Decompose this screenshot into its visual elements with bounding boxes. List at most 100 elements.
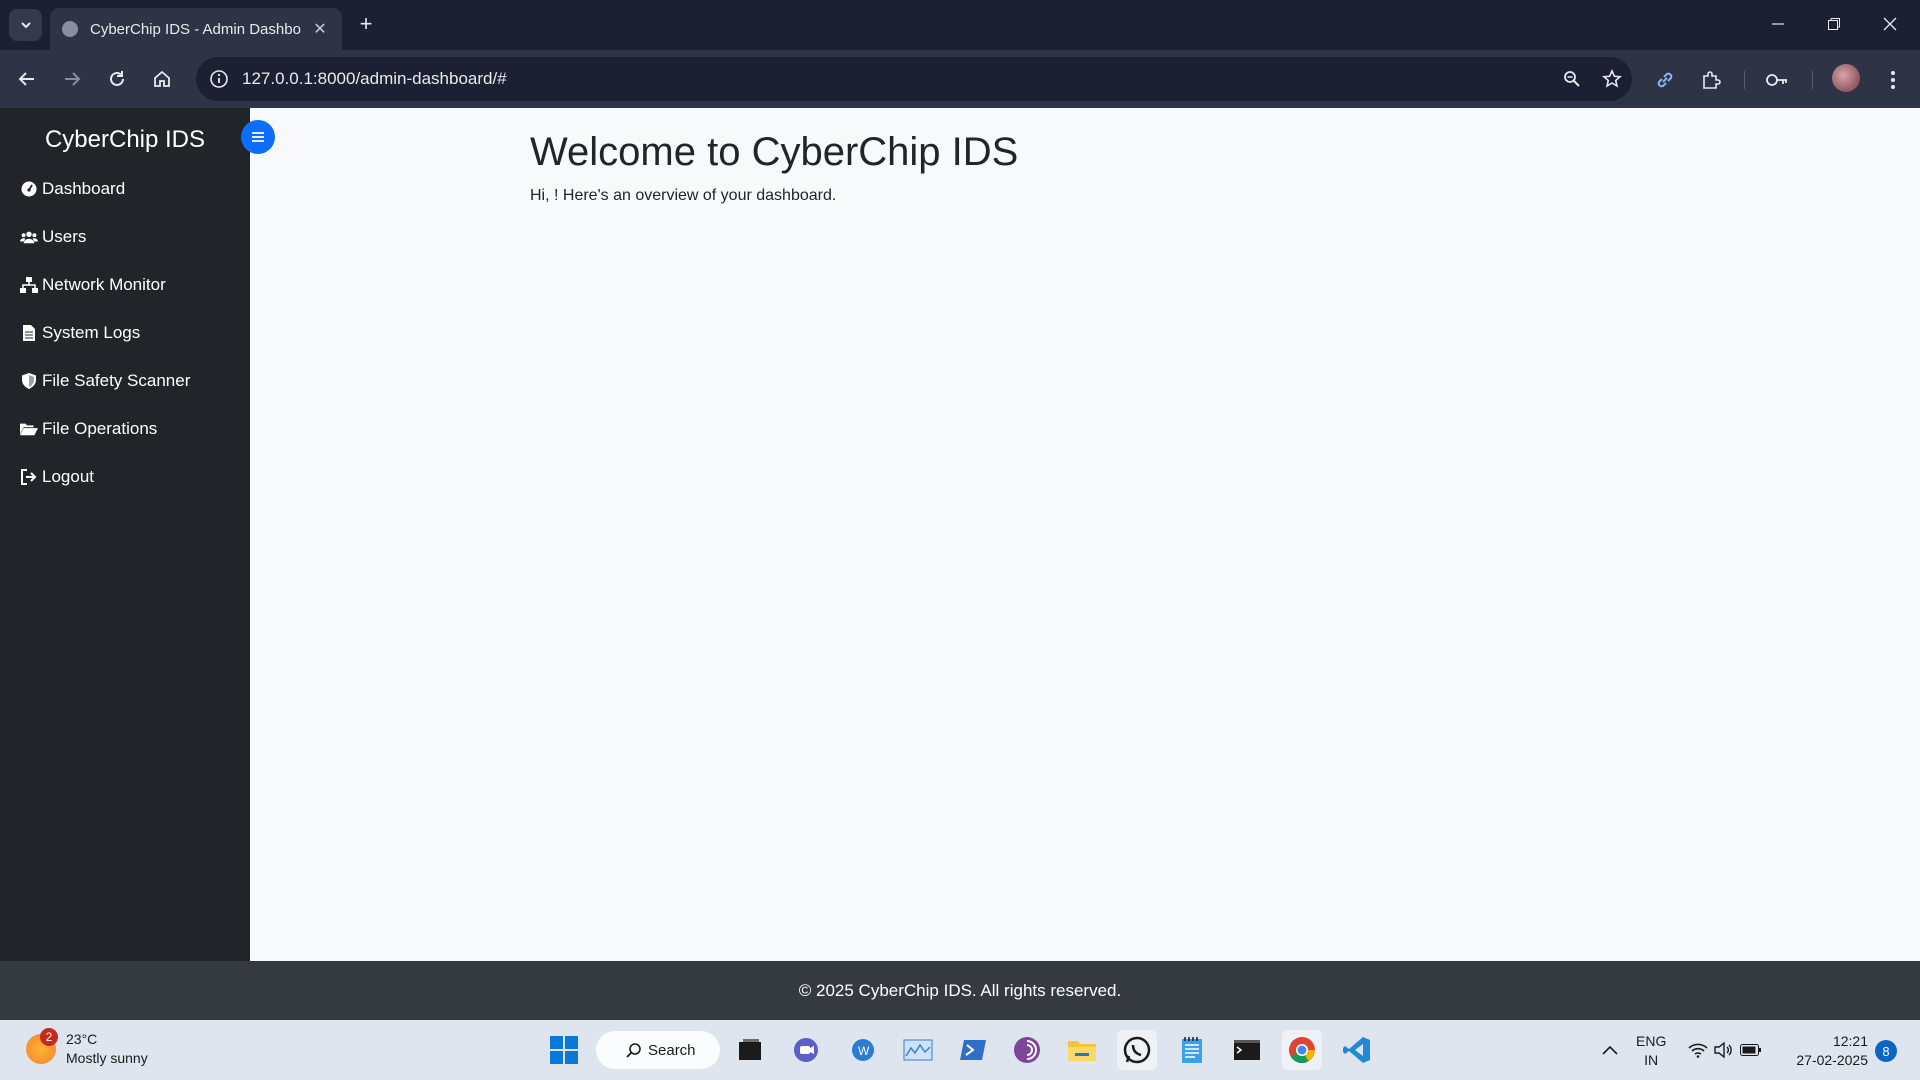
chrome-icon[interactable] [1282,1030,1322,1070]
battery-icon [1740,1044,1761,1056]
sign-out-icon [20,468,38,486]
notepad-icon[interactable] [1172,1030,1212,1070]
restore-button[interactable] [1806,8,1862,40]
footer-copyright: © 2025 CyberChip IDS. All rights reserve… [798,980,1122,1000]
svg-text:W: W [858,1044,870,1058]
users-icon [20,228,38,246]
sidebar-item-file-safety-scanner[interactable]: File Safety Scanner [20,366,190,396]
sidebar: CyberChip IDS Dashboard Users Network Mo… [0,108,250,961]
volume-icon [1714,1042,1732,1058]
language-region: IN [1644,1052,1659,1068]
search-label: Search [648,1041,696,1059]
taskbar-search[interactable]: Search [596,1031,720,1069]
notification-badge[interactable]: 8 [1875,1040,1897,1062]
clock[interactable]: 12:21 27-02-2025 [1786,1032,1868,1070]
address-bar[interactable]: 127.0.0.1:8000/admin-dashboard/# [196,57,1632,101]
system-tray-icons[interactable] [1680,1030,1770,1070]
clock-date: 27-02-2025 [1796,1052,1868,1068]
url-text[interactable]: 127.0.0.1:8000/admin-dashboard/# [242,69,1552,89]
sidebar-item-label: File Safety Scanner [42,371,191,390]
sidebar-item-label: File Operations [42,419,158,438]
bookmark-star-icon[interactable] [1592,59,1632,99]
clock-time: 12:21 [1832,1033,1868,1049]
extensions-icon[interactable] [1694,63,1728,97]
weather-sun-icon: 2 [26,1028,58,1064]
toolbar-divider [1812,71,1813,89]
page-footer: © 2025 CyberChip IDS. All rights reserve… [0,961,1920,1020]
sidebar-item-logout[interactable]: Logout [20,462,94,492]
tachometer-icon [20,180,38,198]
minimize-button[interactable] [1750,8,1806,40]
sidebar-item-network-monitor[interactable]: Network Monitor [20,270,166,300]
sidebar-brand: CyberChip IDS [44,126,206,153]
close-window-button[interactable] [1862,8,1918,40]
new-tab-button[interactable]: + [352,10,380,38]
sidebar-item-users[interactable]: Users [20,222,86,252]
language-code: ENG [1636,1033,1667,1049]
vscode-icon[interactable] [1337,1030,1377,1070]
home-button[interactable] [146,63,178,95]
browser-tab-strip: CyberChip IDS - Admin Dashbo ✕ + [0,0,1920,50]
network-icon [20,276,38,294]
welcome-subtext: Hi, ! Here's an overview of your dashboa… [530,187,837,204]
toolbar-divider [1744,71,1745,89]
page-viewport: CyberChip IDS Dashboard Users Network Mo… [0,108,1920,1020]
close-icon [1883,17,1897,31]
language-indicator[interactable]: ENG IN [1636,1032,1666,1070]
sidebar-item-label: System Logs [42,323,141,342]
close-tab-icon[interactable]: ✕ [310,19,330,39]
page-title: Welcome to CyberChip IDS [530,130,1019,174]
browser-toolbar: 127.0.0.1:8000/admin-dashboard/# [0,50,1920,108]
tor-browser-icon[interactable] [1007,1030,1047,1070]
powershell-icon[interactable] [953,1030,993,1070]
forward-button[interactable] [56,63,88,95]
start-button[interactable] [544,1030,584,1070]
globe-icon [62,21,78,37]
weather-badge: 2 [40,1028,58,1046]
word-app-icon[interactable]: W [843,1030,883,1070]
weather-condition: Mostly sunny [66,1050,148,1066]
sidebar-item-system-logs[interactable]: System Logs [20,318,140,348]
teams-meet-icon[interactable] [787,1030,827,1070]
back-button[interactable] [11,63,43,95]
browser-tab-active[interactable]: CyberChip IDS - Admin Dashbo ✕ [50,8,342,50]
search-icon [626,1043,641,1058]
zoom-icon[interactable] [1552,59,1592,99]
sidebar-item-label: Dashboard [42,179,126,198]
weather-widget[interactable]: 2 23°C Mostly sunny [26,1028,148,1068]
shield-icon [20,372,38,390]
profile-avatar[interactable] [1832,64,1860,92]
tab-title: CyberChip IDS - Admin Dashbo [90,20,301,38]
restore-icon [1828,18,1840,30]
password-key-icon[interactable] [1760,63,1794,97]
sidebar-item-label: Network Monitor [42,275,166,294]
sidebar-item-label: Users [42,227,87,246]
whatsapp-icon[interactable] [1117,1030,1157,1070]
weather-temperature: 23°C [66,1031,98,1047]
wifi-icon [1688,1043,1708,1058]
sidebar-item-file-operations[interactable]: File Operations [20,414,157,444]
monitor-app-icon[interactable] [898,1030,938,1070]
windows-logo-icon [550,1036,578,1064]
more-menu-icon[interactable] [1876,63,1910,97]
minimize-icon [1772,23,1784,25]
terminal-icon[interactable] [1227,1030,1267,1070]
arrow-left-icon [18,72,34,86]
tab-search-button[interactable] [9,9,42,41]
reload-icon [110,71,124,86]
reload-button[interactable] [101,63,133,95]
home-icon [154,70,170,87]
arrow-right-icon [65,72,81,86]
sidebar-item-dashboard[interactable]: Dashboard [20,174,125,204]
chevron-down-icon [20,22,31,29]
main-content: Welcome to CyberChip IDS Hi, ! Here's an… [250,108,1920,961]
file-explorer-icon[interactable] [1062,1030,1102,1070]
file-icon [20,324,38,342]
link-extension-icon[interactable] [1648,63,1682,97]
sidebar-item-label: Logout [42,467,94,486]
task-view-icon[interactable] [730,1030,770,1070]
folder-open-icon [20,420,38,438]
taskbar: 2 23°C Mostly sunny Search W ENG IN 12:2… [0,1020,1920,1080]
site-info-icon[interactable] [204,64,234,94]
chevron-up-icon[interactable] [1590,1030,1630,1070]
